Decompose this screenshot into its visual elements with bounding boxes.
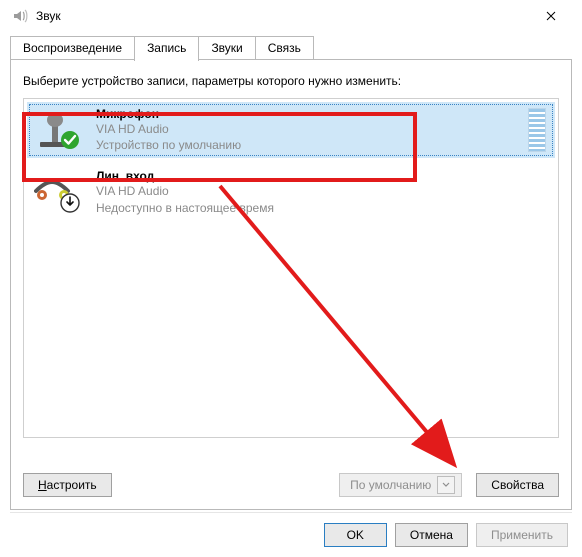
ok-button[interactable]: OK	[324, 523, 387, 547]
default-dropdown[interactable]: По умолчанию	[339, 473, 462, 497]
microphone-icon	[34, 110, 82, 150]
device-driver: VIA HD Audio	[96, 183, 548, 199]
instruction-text: Выберите устройство записи, параметры ко…	[23, 74, 559, 88]
tab-recording[interactable]: Запись	[134, 36, 199, 61]
tabstrip: Воспроизведение Запись Звуки Связь	[0, 32, 582, 60]
tab-sounds[interactable]: Звуки	[198, 36, 255, 60]
device-list[interactable]: Микрофон VIA HD Audio Устройство по умол…	[23, 98, 559, 438]
default-dropdown-label: По умолчанию	[350, 478, 431, 492]
close-icon	[546, 11, 556, 21]
cancel-button[interactable]: Отмена	[395, 523, 468, 547]
tab-buttons: Настроить По умолчанию Свойства	[23, 473, 559, 497]
titlebar: Звук	[0, 0, 582, 32]
level-meter	[528, 108, 546, 152]
line-in-icon	[34, 173, 82, 213]
device-row[interactable]: Микрофон VIA HD Audio Устройство по умол…	[27, 102, 555, 158]
tab-page-recording: Выберите устройство записи, параметры ко…	[10, 60, 572, 510]
tab-communications[interactable]: Связь	[255, 36, 314, 60]
dialog-buttons: OK Отмена Применить	[0, 523, 582, 547]
close-button[interactable]	[528, 0, 574, 32]
apply-button: Применить	[476, 523, 568, 547]
device-status: Недоступно в настоящее время	[96, 200, 548, 216]
device-status: Устройство по умолчанию	[96, 137, 514, 153]
separator	[10, 512, 572, 513]
properties-button[interactable]: Свойства	[476, 473, 559, 497]
device-name: Микрофон	[96, 107, 514, 121]
device-row[interactable]: Лин. вход VIA HD Audio Недоступно в наст…	[24, 161, 558, 223]
window-title: Звук	[36, 9, 61, 23]
device-driver: VIA HD Audio	[96, 121, 514, 137]
chevron-down-icon[interactable]	[437, 476, 455, 494]
sound-icon	[12, 8, 28, 24]
tab-playback[interactable]: Воспроизведение	[10, 36, 135, 60]
configure-button[interactable]: Настроить	[23, 473, 112, 497]
device-name: Лин. вход	[96, 169, 548, 183]
